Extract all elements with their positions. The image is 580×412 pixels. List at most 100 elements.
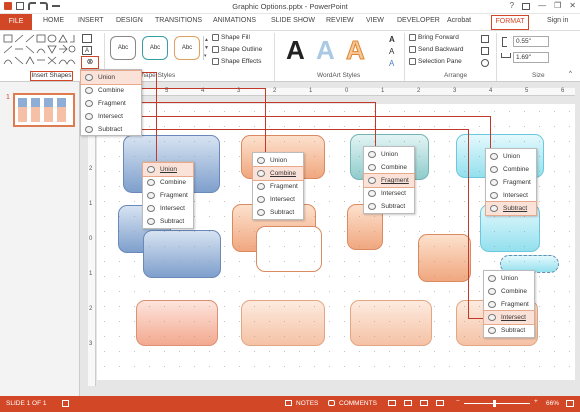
menu-item-intersect[interactable]: Intersect bbox=[486, 189, 536, 202]
help-button[interactable]: ? bbox=[510, 1, 514, 10]
text-box-icon[interactable]: A bbox=[82, 46, 92, 55]
shape-fill-button[interactable]: Shape Fill bbox=[212, 34, 250, 41]
zoom-slider-track[interactable] bbox=[464, 403, 530, 404]
menu-item-subtract[interactable]: Subtract bbox=[143, 215, 193, 228]
menu-item-fragment[interactable]: Fragment bbox=[486, 176, 536, 189]
shapes-gallery[interactable] bbox=[3, 34, 77, 70]
menu-item-subtract[interactable]: Subtract bbox=[364, 200, 414, 213]
zoom-slider-thumb[interactable] bbox=[493, 400, 496, 407]
menu-item-fragment[interactable]: Fragment bbox=[81, 97, 141, 110]
menu-item-combine[interactable]: Combine bbox=[81, 84, 141, 97]
reading-view-icon[interactable] bbox=[420, 400, 428, 406]
height-field[interactable]: 0.55" bbox=[513, 36, 549, 47]
slide-shape[interactable] bbox=[143, 230, 221, 278]
merge-shapes-icon: ⊗ bbox=[86, 57, 94, 66]
zoom-out-button[interactable]: − bbox=[456, 398, 460, 405]
close-button[interactable]: ✕ bbox=[569, 1, 576, 10]
slide-shape[interactable] bbox=[418, 234, 471, 282]
shape-style-2[interactable]: Abc bbox=[142, 36, 168, 60]
menu-item-intersect[interactable]: Intersect bbox=[81, 110, 141, 123]
menu-item-intersect[interactable]: Intersect bbox=[143, 202, 193, 215]
wordart-style-3[interactable]: A bbox=[346, 35, 366, 66]
notes-icon bbox=[285, 400, 292, 406]
bring-forward-button[interactable]: Bring Forward bbox=[409, 34, 459, 41]
menu-item-union[interactable]: Union bbox=[253, 154, 303, 167]
menu-item-union[interactable]: Union bbox=[364, 148, 414, 161]
menu-item-fragment[interactable]: Fragment bbox=[484, 298, 534, 311]
merge-shapes-button[interactable]: ⊗ bbox=[81, 56, 99, 69]
tab-view[interactable]: VIEW bbox=[366, 17, 384, 24]
restore-button[interactable]: ❐ bbox=[554, 1, 561, 10]
menu-item-combine[interactable]: Combine bbox=[252, 166, 304, 181]
tab-design[interactable]: DESIGN bbox=[116, 17, 143, 24]
tab-review[interactable]: REVIEW bbox=[326, 17, 354, 24]
menu-item-union[interactable]: Union bbox=[80, 70, 142, 85]
tab-developer[interactable]: DEVELOPER bbox=[397, 17, 440, 24]
wordart-text-fill-icon[interactable]: A bbox=[389, 35, 395, 44]
slide-shape[interactable] bbox=[241, 300, 325, 346]
merge-shapes-menu-union: Union Combine Fragment Intersect Subtrac… bbox=[142, 161, 194, 229]
menu-item-intersect[interactable]: Intersect bbox=[483, 310, 535, 325]
tab-transitions[interactable]: TRANSITIONS bbox=[155, 17, 202, 24]
subtract-icon bbox=[488, 327, 496, 334]
menu-item-union[interactable]: Union bbox=[486, 150, 536, 163]
menu-item-combine[interactable]: Combine bbox=[143, 176, 193, 189]
wordart-style-2[interactable]: A bbox=[316, 35, 335, 66]
shape-style-3[interactable]: Abc bbox=[174, 36, 200, 60]
notes-button[interactable]: NOTES bbox=[296, 400, 318, 407]
shape-outline-button[interactable]: Shape Outline bbox=[212, 46, 262, 53]
menu-item-fragment[interactable]: Fragment bbox=[253, 180, 303, 193]
slide-shape[interactable] bbox=[136, 300, 218, 346]
rotate-icon[interactable] bbox=[481, 59, 489, 67]
width-field[interactable]: 1.69" bbox=[513, 52, 549, 63]
menu-item-subtract[interactable]: Subtract bbox=[81, 123, 141, 136]
collapse-ribbon-icon[interactable]: ^ bbox=[569, 71, 572, 77]
align-icon[interactable] bbox=[481, 35, 489, 43]
edit-shape-icon[interactable] bbox=[82, 34, 92, 43]
menu-item-intersect[interactable]: Intersect bbox=[253, 193, 303, 206]
tab-slide-show[interactable]: SLIDE SHOW bbox=[271, 17, 315, 24]
shape-style-1[interactable]: Abc bbox=[110, 36, 136, 60]
fit-slide-icon[interactable] bbox=[566, 400, 574, 407]
ribbon-display-icon[interactable] bbox=[522, 3, 531, 10]
wordart-effects-icon[interactable]: A bbox=[389, 59, 394, 68]
menu-item-combine[interactable]: Combine bbox=[486, 163, 536, 176]
menu-item-fragment[interactable]: Fragment bbox=[363, 173, 415, 188]
tab-home[interactable]: HOME bbox=[43, 17, 64, 24]
tab-acrobat[interactable]: Acrobat bbox=[447, 17, 471, 24]
slide-sorter-icon[interactable] bbox=[404, 400, 412, 406]
group-icon[interactable] bbox=[481, 47, 489, 55]
tab-insert[interactable]: INSERT bbox=[78, 17, 104, 24]
shape-styles-more-icon[interactable]: ▲ ▼ ▾ bbox=[203, 36, 209, 60]
menu-item-combine[interactable]: Combine bbox=[364, 161, 414, 174]
zoom-level[interactable]: 66% bbox=[546, 400, 559, 407]
selection-pane-button[interactable]: Selection Pane bbox=[409, 58, 462, 65]
slideshow-view-icon[interactable] bbox=[436, 400, 444, 406]
slide-shape[interactable] bbox=[350, 300, 432, 346]
zoom-in-button[interactable]: + bbox=[534, 398, 538, 405]
comments-button[interactable]: COMMENTS bbox=[339, 400, 377, 407]
normal-view-icon[interactable] bbox=[388, 400, 396, 406]
union-icon bbox=[368, 151, 376, 158]
minimize-button[interactable]: — bbox=[538, 1, 546, 10]
callout-line bbox=[130, 102, 375, 103]
send-backward-button[interactable]: Send Backward bbox=[409, 46, 464, 53]
menu-item-combine[interactable]: Combine bbox=[484, 285, 534, 298]
wordart-outline-icon[interactable]: A bbox=[389, 47, 394, 56]
menu-item-fragment[interactable]: Fragment bbox=[143, 189, 193, 202]
tab-format[interactable]: FORMAT bbox=[491, 15, 529, 30]
shape-effects-button[interactable]: Shape Effects bbox=[212, 58, 261, 65]
menu-item-union[interactable]: Union bbox=[142, 162, 194, 177]
slide-shape[interactable] bbox=[256, 226, 322, 272]
wordart-style-1[interactable]: A bbox=[286, 35, 305, 66]
menu-item-union[interactable]: Union bbox=[484, 272, 534, 285]
menu-item-subtract[interactable]: Subtract bbox=[485, 201, 537, 216]
menu-item-intersect[interactable]: Intersect bbox=[364, 187, 414, 200]
menu-item-subtract[interactable]: Subtract bbox=[253, 206, 303, 219]
menu-item-subtract[interactable]: Subtract bbox=[484, 324, 534, 337]
sign-in-link[interactable]: Sign in bbox=[547, 17, 568, 24]
tab-animations[interactable]: ANIMATIONS bbox=[213, 17, 256, 24]
tab-file[interactable]: FILE bbox=[0, 14, 32, 30]
slide-thumbnail[interactable] bbox=[13, 93, 75, 127]
spellcheck-icon[interactable] bbox=[62, 400, 69, 407]
